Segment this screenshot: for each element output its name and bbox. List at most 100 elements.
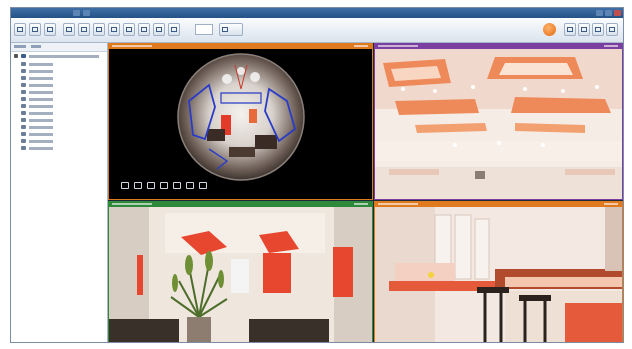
camera-2-timestamp — [604, 45, 618, 47]
minimize-icon[interactable] — [596, 10, 603, 16]
camera-tile-3[interactable] — [108, 201, 373, 342]
help-icon[interactable] — [606, 23, 618, 36]
camera-icon — [21, 69, 26, 73]
record-icon[interactable] — [93, 23, 105, 36]
alarm-icon[interactable] — [543, 23, 556, 36]
tab-devices[interactable] — [14, 45, 26, 48]
title-bar — [11, 8, 623, 18]
config-icon[interactable] — [564, 23, 576, 36]
tree-item-label — [29, 147, 53, 150]
tree-item-camera[interactable] — [11, 96, 107, 103]
tree-item-camera[interactable] — [11, 131, 107, 138]
tree-item-label — [29, 133, 53, 136]
lobby-view — [109, 207, 372, 342]
camera-icon — [21, 83, 26, 87]
camera-icon — [21, 90, 26, 94]
tree-item-camera[interactable] — [11, 117, 107, 124]
tree-item-camera[interactable] — [11, 89, 107, 96]
camera-tile-1[interactable] — [108, 43, 373, 200]
tree-item-camera[interactable] — [11, 75, 107, 82]
tree-item-camera[interactable] — [11, 124, 107, 131]
camera-3-label — [112, 203, 152, 205]
camera-icon — [21, 146, 26, 150]
camera-tile-4[interactable] — [374, 201, 623, 342]
ptz-icon[interactable] — [173, 182, 181, 189]
tree-item-label — [29, 126, 53, 129]
camera-4-timestamp — [604, 203, 618, 205]
video-grid — [108, 43, 623, 342]
tree-item-label — [29, 91, 53, 94]
tree-item-label — [29, 63, 53, 66]
tree-item-camera[interactable] — [11, 145, 107, 152]
snapshot-icon[interactable] — [108, 23, 120, 36]
fullscreen-icon[interactable] — [78, 23, 90, 36]
snapshot-icon[interactable] — [186, 182, 194, 189]
tree-item-label — [29, 119, 53, 122]
tree-item-camera[interactable] — [11, 138, 107, 145]
settings-icon[interactable] — [138, 23, 150, 36]
tree-item-label — [29, 105, 53, 108]
tree-item-camera[interactable] — [11, 68, 107, 75]
pan-icon[interactable] — [134, 182, 142, 189]
tree-item-label — [29, 77, 53, 80]
menu-icon[interactable] — [73, 10, 80, 16]
camera-icon — [21, 118, 26, 122]
camera-icon — [21, 111, 26, 115]
tree-item-camera[interactable] — [11, 110, 107, 117]
camera-4-video[interactable] — [375, 207, 622, 342]
bar-view — [375, 207, 622, 342]
tree-item-label — [29, 84, 53, 87]
camera-icon — [21, 62, 26, 66]
camera-icon — [21, 76, 26, 80]
camera-icon — [21, 139, 26, 143]
tab-groups[interactable] — [31, 45, 41, 48]
server-icon — [21, 54, 26, 58]
camera-2-label — [378, 45, 418, 47]
user-icon[interactable] — [592, 23, 604, 36]
layout-2x2-icon[interactable] — [29, 23, 41, 36]
camera-3-timestamp — [354, 203, 368, 205]
camera-tile-2[interactable] — [374, 43, 623, 200]
zoom-icon[interactable] — [147, 182, 155, 189]
expand-icon[interactable] — [14, 54, 18, 58]
camera-3-video[interactable] — [109, 207, 372, 342]
dewarp-icon[interactable] — [121, 182, 129, 189]
layout-4x4-icon[interactable] — [63, 23, 75, 36]
page-number-input[interactable] — [195, 24, 213, 35]
ceiling-view — [375, 49, 622, 199]
log-icon[interactable] — [578, 23, 590, 36]
camera-1-timestamp — [354, 45, 368, 47]
device-tree-panel — [11, 43, 108, 342]
camera-1-label — [112, 45, 152, 47]
menu-arrow-icon[interactable] — [83, 10, 90, 16]
tree-root-label — [29, 55, 99, 58]
camera-icon — [21, 97, 26, 101]
camera-icon — [21, 125, 26, 129]
camera-1-video[interactable] — [109, 49, 372, 199]
app-window — [10, 7, 624, 343]
tree-item-camera[interactable] — [11, 82, 107, 89]
camera-icon — [21, 132, 26, 136]
save-icon[interactable] — [153, 23, 165, 36]
stop-icon[interactable] — [168, 23, 180, 36]
page-navigation-icon[interactable] — [219, 23, 243, 36]
layout-3x3-icon[interactable] — [44, 23, 56, 36]
tree-item-label — [29, 98, 53, 101]
fisheye-view — [109, 49, 372, 199]
toolbar — [11, 18, 623, 43]
camera-icon — [21, 104, 26, 108]
close-icon[interactable] — [199, 182, 207, 189]
tree-item-label — [29, 112, 53, 115]
tree-item-camera[interactable] — [11, 103, 107, 110]
tree-root[interactable] — [11, 53, 107, 60]
playback-icon[interactable] — [123, 23, 135, 36]
maximize-icon[interactable] — [605, 10, 612, 16]
tree-item-camera[interactable] — [11, 61, 107, 68]
layout-1x1-icon[interactable] — [14, 23, 26, 36]
tree-item-label — [29, 140, 53, 143]
camera-2-video[interactable] — [375, 49, 622, 199]
rotate-icon[interactable] — [160, 182, 168, 189]
close-icon[interactable] — [614, 10, 621, 16]
panel-tabs — [11, 43, 107, 52]
camera-4-label — [378, 203, 418, 205]
